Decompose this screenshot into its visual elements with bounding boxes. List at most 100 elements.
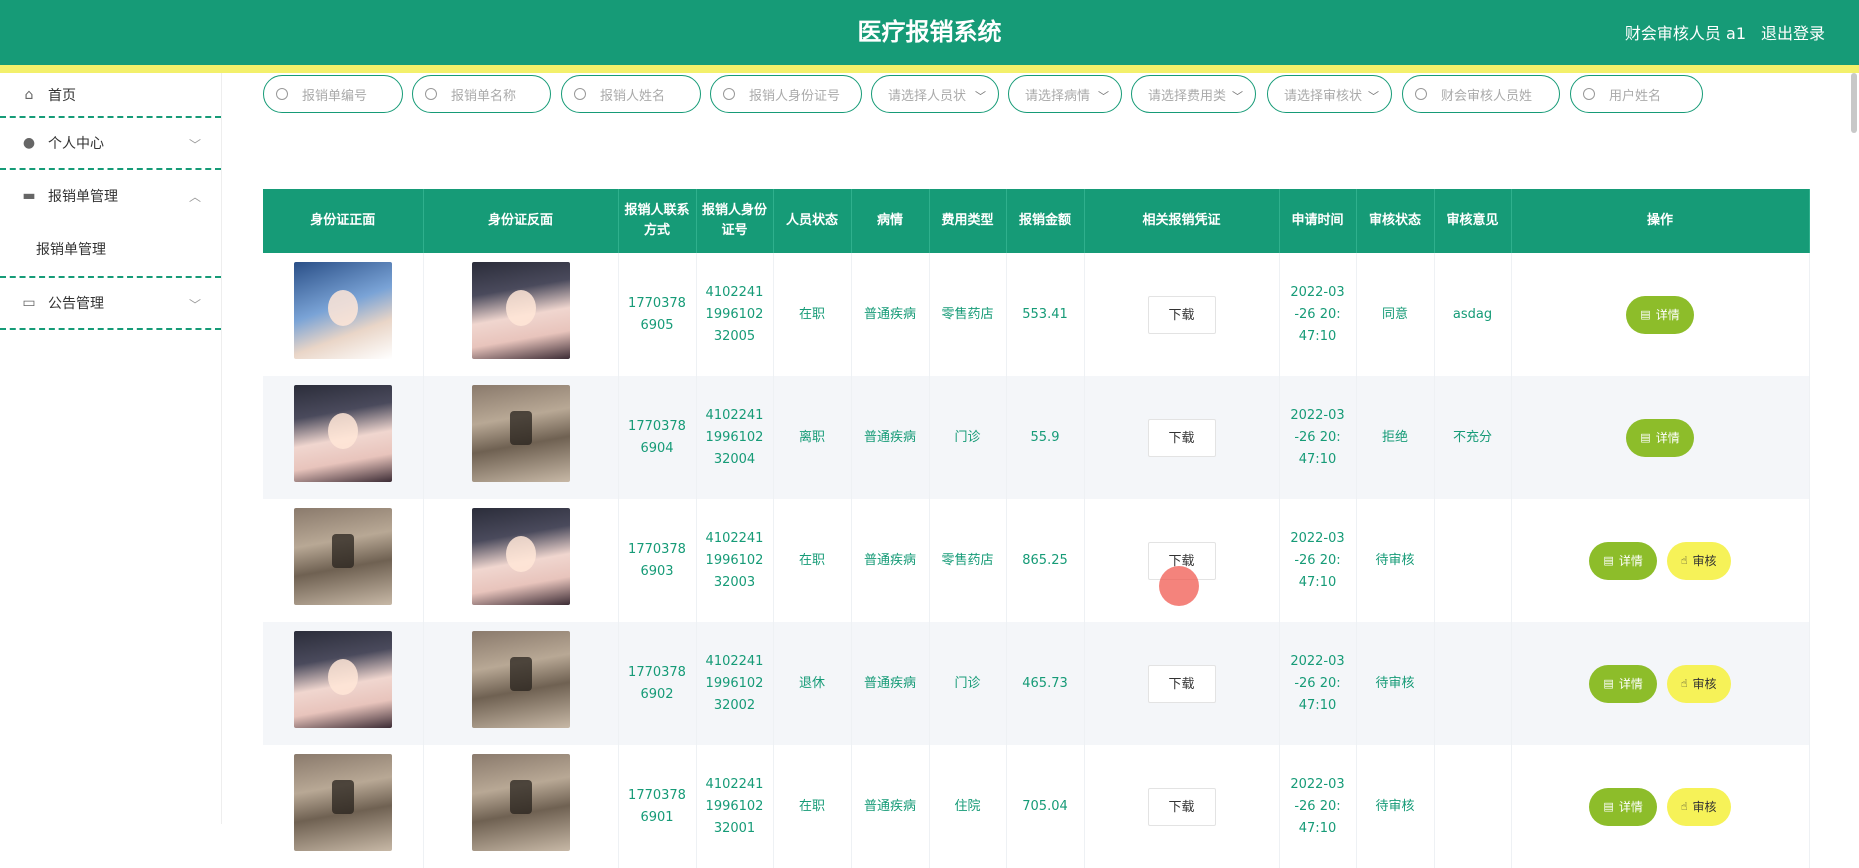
- document-icon: ▤: [1640, 307, 1651, 321]
- search-icon: [723, 88, 735, 100]
- id-front-cell: [263, 253, 424, 376]
- download-button[interactable]: 下载: [1147, 418, 1216, 457]
- search-claimant-name[interactable]: 报销人姓名: [561, 75, 701, 113]
- chevron-down-icon: ﹀: [1368, 90, 1379, 103]
- audit-opinion-cell: 不充分: [1434, 376, 1512, 499]
- id-number-text: 1996102: [705, 429, 764, 445]
- fee-type-cell: 门诊: [929, 622, 1007, 745]
- select-audit-status[interactable]: 请选择审核状 ﹀: [1267, 75, 1392, 113]
- column-header: 病情: [851, 189, 930, 253]
- hand-pointer-icon: ☝: [1680, 799, 1688, 813]
- audit-button[interactable]: ☝ 审核: [1666, 664, 1731, 703]
- claims-table: 身份证正面 身份证反面 报销人联系方式 报销人身份证号 人员状态 病情 费用类型…: [263, 189, 1810, 868]
- chevron-down-icon: ﹀: [1232, 90, 1243, 103]
- id-number-cell: 4102241 1996102 32005: [696, 253, 774, 376]
- audit-label: 审核: [1692, 676, 1717, 691]
- search-user-name[interactable]: 用户姓名: [1570, 75, 1703, 113]
- detail-button[interactable]: ▤ 详情: [1589, 541, 1657, 580]
- id-back-photo[interactable]: [471, 262, 570, 359]
- table-header: 身份证正面 身份证反面 报销人联系方式 报销人身份证号 人员状态 病情 费用类型…: [263, 189, 1810, 253]
- actions-cell: ▤ 详情 ☝ 审核: [1511, 499, 1810, 622]
- search-claim-number[interactable]: 报销单编号: [263, 75, 403, 113]
- actions-cell: ▤ 详情: [1511, 376, 1810, 499]
- scrollbar[interactable]: [1851, 73, 1857, 133]
- sidebar-subitem-claims[interactable]: 报销单管理: [0, 222, 221, 278]
- audit-button[interactable]: ☝ 审核: [1666, 787, 1731, 826]
- sidebar-item-profile[interactable]: ● 个人中心 ﹀: [0, 118, 221, 170]
- audit-opinion-cell: asdag: [1434, 253, 1512, 376]
- download-button[interactable]: 下载: [1147, 787, 1216, 826]
- detail-label: 详情: [1655, 307, 1680, 322]
- audit-status-cell: 待审核: [1356, 499, 1435, 622]
- download-button[interactable]: 下载: [1147, 295, 1216, 334]
- id-front-photo[interactable]: [293, 508, 392, 605]
- phone-cell: 1770378 6902: [618, 622, 697, 745]
- id-number-text: 1996102: [705, 675, 764, 691]
- sidebar-item-label: 公告管理: [48, 296, 104, 312]
- chevron-up-icon: ︿: [188, 190, 201, 204]
- time-text: 2022-03: [1290, 653, 1345, 669]
- phone-text: 6904: [640, 440, 674, 456]
- detail-button[interactable]: ▤ 详情: [1626, 295, 1694, 334]
- id-back-photo[interactable]: [471, 754, 570, 851]
- download-button[interactable]: 下载: [1147, 664, 1216, 703]
- id-front-photo[interactable]: [293, 262, 392, 359]
- logout-link[interactable]: 退出登录: [1761, 20, 1825, 44]
- detail-button[interactable]: ▤ 详情: [1589, 787, 1657, 826]
- illness-cell: 普通疾病: [851, 253, 930, 376]
- id-number-cell: 4102241 1996102 32003: [696, 499, 774, 622]
- board-icon: ▭: [22, 295, 36, 311]
- id-front-cell: [263, 376, 424, 499]
- id-front-cell: [263, 622, 424, 745]
- home-icon: ⌂: [24, 86, 34, 103]
- id-back-photo[interactable]: [471, 631, 570, 728]
- audit-opinion-cell: [1434, 499, 1512, 622]
- search-claim-name[interactable]: 报销单名称: [412, 75, 551, 113]
- select-illness[interactable]: 请选择病情 ﹀: [1008, 75, 1122, 113]
- id-number-text: 4102241: [705, 530, 764, 546]
- apply-time-cell: 2022-03 -26 20: 47:10: [1279, 253, 1357, 376]
- time-text: 2022-03: [1290, 284, 1345, 300]
- id-front-photo[interactable]: [293, 385, 392, 482]
- audit-button[interactable]: ☝ 审核: [1666, 541, 1731, 580]
- id-number-cell: 4102241 1996102 32001: [696, 745, 774, 868]
- id-back-photo[interactable]: [471, 385, 570, 482]
- document-icon: ▤: [1603, 553, 1614, 567]
- audit-status-cell: 同意: [1356, 253, 1435, 376]
- column-header: 审核状态: [1356, 189, 1435, 253]
- sidebar-item-notices[interactable]: ▭ 公告管理 ﹀: [0, 278, 221, 330]
- detail-label: 详情: [1618, 799, 1643, 814]
- phone-text: 1770378: [628, 787, 686, 803]
- hand-pointer-icon: ☝: [1680, 553, 1688, 567]
- sidebar-item-label: 报销单管理: [48, 189, 118, 205]
- fee-type-cell: 零售药店: [929, 499, 1007, 622]
- select-staff-status[interactable]: 请选择人员状 ﹀: [871, 75, 999, 113]
- phone-cell: 1770378 6904: [618, 376, 697, 499]
- id-number-text: 32004: [713, 451, 756, 467]
- detail-button[interactable]: ▤ 详情: [1589, 664, 1657, 703]
- id-front-photo[interactable]: [293, 754, 392, 851]
- time-text: -26 20:: [1294, 306, 1341, 322]
- select-fee-type[interactable]: 请选择费用类 ﹀: [1131, 75, 1256, 113]
- time-text: 2022-03: [1290, 530, 1345, 546]
- detail-label: 详情: [1618, 676, 1643, 691]
- sidebar-item-claims[interactable]: ▬ 报销单管理 ︿: [0, 170, 221, 222]
- fee-type-cell: 住院: [929, 745, 1007, 868]
- detail-button[interactable]: ▤ 详情: [1626, 418, 1694, 457]
- id-number-text: 1996102: [705, 552, 764, 568]
- search-claimant-id[interactable]: 报销人身份证号: [710, 75, 862, 113]
- fee-type-cell: 零售药店: [929, 253, 1007, 376]
- user-icon: ●: [22, 135, 36, 151]
- id-front-photo[interactable]: [293, 631, 392, 728]
- id-back-cell: [423, 499, 619, 622]
- id-back-photo[interactable]: [471, 508, 570, 605]
- column-header: 报销人身份证号: [696, 189, 774, 253]
- amount-cell: 465.73: [1006, 622, 1085, 745]
- id-number-text: 32002: [713, 697, 756, 713]
- actions-cell: ▤ 详情 ☝ 审核: [1511, 622, 1810, 745]
- sidebar-item-home[interactable]: ⌂ 首页: [0, 73, 221, 118]
- search-auditor-name[interactable]: 财会审核人员姓: [1402, 75, 1560, 113]
- time-text: 47:10: [1298, 451, 1337, 467]
- actions-cell: ▤ 详情: [1511, 253, 1810, 376]
- id-number-text: 1996102: [705, 306, 764, 322]
